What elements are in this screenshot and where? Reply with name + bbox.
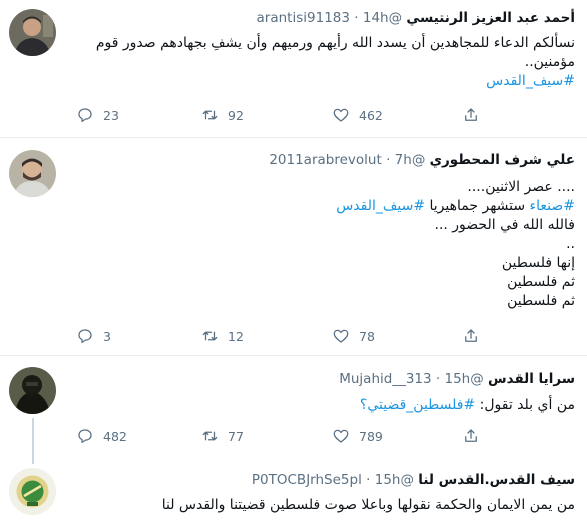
tweet-line: من أي بلد تقول: #فلسطين_قضيتي؟ <box>66 396 575 415</box>
tweet-actions: 482 77 789 <box>64 427 524 447</box>
like-count: 78 <box>359 328 375 344</box>
thread-connector <box>32 456 34 464</box>
reply-icon <box>78 329 92 344</box>
tweet-line: ثم فلسطين <box>507 293 575 309</box>
display-name[interactable]: سيف القدس.القدس لنا <box>418 472 575 488</box>
reply-count: 3 <box>103 328 111 344</box>
timestamp[interactable]: 7h <box>395 152 412 168</box>
retweet-count: 12 <box>228 328 244 344</box>
share-button[interactable] <box>462 427 480 445</box>
tweet-text: من أي بلد تقول: #فلسطين_قضيتي؟ <box>66 396 575 415</box>
retweet-count: 92 <box>228 107 244 123</box>
avatar[interactable] <box>9 150 56 197</box>
tweet-line: ثم فلسطين <box>507 274 575 290</box>
avatar[interactable] <box>9 9 56 56</box>
display-name[interactable]: علي شرف المحطوري <box>430 152 575 168</box>
share-icon <box>465 429 477 442</box>
hashtag-link[interactable]: #فلسطين_قضيتي؟ <box>360 397 475 413</box>
like-button[interactable]: 789 <box>332 427 383 445</box>
tweet-header: علي شرف المحطوري @2011arabrevolut · 7h <box>269 152 575 168</box>
reply-count: 23 <box>103 107 119 123</box>
reply-icon <box>78 429 92 444</box>
retweet-button[interactable]: 77 <box>201 427 244 445</box>
tweet-line: .. <box>566 236 575 252</box>
tweet-line: مؤمنين.. <box>524 54 575 70</box>
share-icon <box>465 108 477 121</box>
share-button[interactable] <box>462 327 480 345</box>
like-count: 462 <box>359 107 383 123</box>
reply-button[interactable]: 3 <box>76 327 111 345</box>
like-button[interactable]: 462 <box>332 106 383 124</box>
tweet-text: من يمن الايمان والحكمة نقولها وباعلا صوت… <box>66 496 575 515</box>
tweet-line: فالله الله في الحضور ... <box>434 217 576 233</box>
avatar[interactable] <box>9 367 56 414</box>
tweet-header: سيف القدس.القدس لنا @P0TOCBJrhSe5pl · 15… <box>251 472 575 488</box>
tweet-text: نسألكم الدعاء للمجاهدين أن يسدد الله رأي… <box>66 34 575 91</box>
reply-button[interactable]: 482 <box>76 427 127 445</box>
tweet-actions: 23 92 462 <box>64 106 524 126</box>
share-icon <box>465 329 477 342</box>
timestamp[interactable]: 15h <box>375 472 401 488</box>
tweet-line: من يمن الايمان والحكمة نقولها وباعلا صوت… <box>161 497 575 513</box>
tweet-line: إنها فلسطين <box>501 255 575 271</box>
tweet-header: سرايا القدس @Mujahid__313 · 15h <box>339 371 575 387</box>
reply-count: 482 <box>103 428 127 444</box>
share-button[interactable] <box>462 106 480 124</box>
tweet-text: .... عصر الاثنين.... #صنعاء ستشهر جماهير… <box>66 178 575 311</box>
timestamp[interactable]: 15h <box>444 371 470 387</box>
tweet-4[interactable]: سيف القدس.القدس لنا @P0TOCBJrhSe5pl · 15… <box>0 456 587 526</box>
tweet-line: نسألكم الدعاء للمجاهدين أن يسدد الله رأي… <box>95 35 575 51</box>
tweet-line: .... عصر الاثنين.... <box>467 179 575 195</box>
timestamp[interactable]: 14h <box>363 10 389 26</box>
reply-button[interactable]: 23 <box>76 106 119 124</box>
retweet-button[interactable]: 12 <box>201 327 244 345</box>
retweet-count: 77 <box>228 428 244 444</box>
like-icon <box>333 429 349 443</box>
reply-icon <box>78 108 92 123</box>
display-name[interactable]: سرايا القدس <box>488 371 575 387</box>
tweet-actions: 3 12 78 <box>64 327 524 347</box>
like-icon <box>333 329 349 343</box>
tweet-1[interactable]: أحمد عبد العزيز الرنتيسي @arantisi91183 … <box>0 0 587 138</box>
tweet-text-fragment: ستشهر جماهيريا <box>425 198 530 214</box>
hashtag-link[interactable]: #صنعاء <box>530 198 575 214</box>
like-icon <box>333 108 349 122</box>
hashtag-link[interactable]: #سيف_القدس <box>66 72 575 91</box>
tweet-header: أحمد عبد العزيز الرنتيسي @arantisi91183 … <box>256 10 575 26</box>
retweet-icon <box>202 431 218 441</box>
tweet-text-fragment: من أي بلد تقول: <box>475 397 575 413</box>
tweet-2[interactable]: علي شرف المحطوري @2011arabrevolut · 7h .… <box>0 138 587 356</box>
like-count: 789 <box>359 428 383 444</box>
like-button[interactable]: 78 <box>332 327 375 345</box>
tweet-line: #صنعاء ستشهر جماهيريا #سيف_القدس <box>66 197 575 216</box>
hashtag-link[interactable]: #سيف_القدس <box>336 198 425 214</box>
retweet-button[interactable]: 92 <box>201 106 244 124</box>
thread-connector <box>32 418 34 456</box>
tweet-3[interactable]: سرايا القدس @Mujahid__313 · 15h من أي بل… <box>0 356 587 456</box>
retweet-icon <box>202 331 218 341</box>
display-name[interactable]: أحمد عبد العزيز الرنتيسي <box>406 10 575 26</box>
retweet-icon <box>202 110 218 120</box>
avatar[interactable] <box>9 468 56 515</box>
